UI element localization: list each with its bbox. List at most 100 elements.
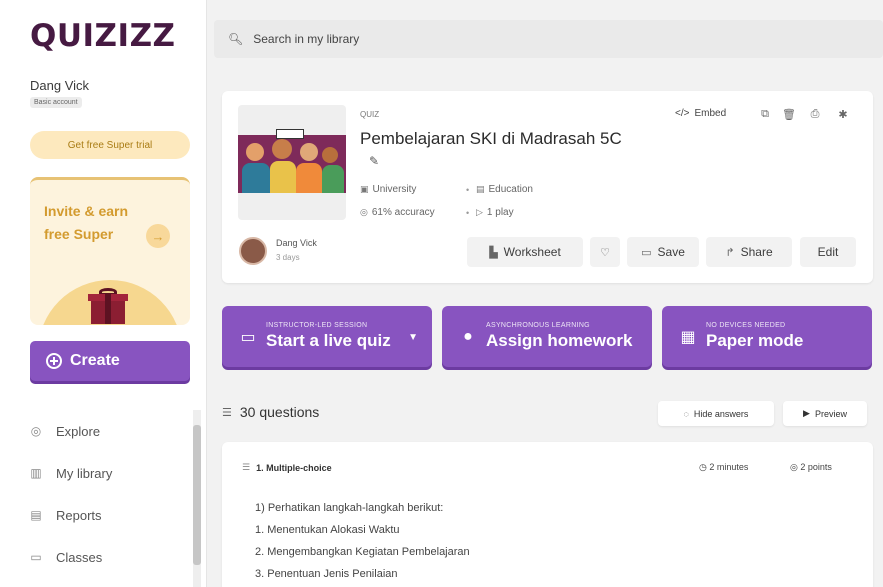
meta-separator: • bbox=[466, 185, 470, 195]
cta-title: Start a live quiz bbox=[266, 331, 391, 350]
quiz-thumbnail bbox=[238, 105, 346, 220]
assign-homework-button[interactable]: ● ASYNCHRONOUS LEARNING Assign homework bbox=[442, 306, 652, 367]
cta-subtitle: NO DEVICES NEEDED bbox=[706, 322, 786, 329]
sidebar-item-explore[interactable]: ◎ Explore bbox=[30, 410, 190, 452]
avatar[interactable] bbox=[239, 237, 267, 265]
list-icon: ☰ bbox=[222, 406, 232, 419]
cta-subtitle: INSTRUCTOR-LED SESSION bbox=[266, 322, 368, 329]
edit-label: Edit bbox=[817, 245, 839, 259]
sidebar-nav: ◎ Explore ▥ My library ▤ Reports ▭ Class… bbox=[30, 410, 190, 578]
hide-answers-label: Hide answers bbox=[693, 408, 749, 419]
print-icon[interactable]: ⎙ bbox=[808, 108, 822, 121]
plus-circle-icon bbox=[46, 353, 62, 369]
reports-icon: ▤ bbox=[30, 508, 42, 522]
sidebar: QUIZIZZ Dang Vick Basic account Get free… bbox=[0, 0, 207, 587]
question-points-text: 2 points bbox=[800, 462, 832, 472]
grid-icon: ▦ bbox=[680, 328, 696, 346]
quiz-accuracy-text: 61% accuracy bbox=[371, 207, 435, 218]
edit-button[interactable]: Edit bbox=[800, 237, 856, 267]
author-name[interactable]: Dang Vick bbox=[276, 238, 317, 248]
create-button-label: Create bbox=[70, 352, 120, 369]
create-button[interactable]: Create bbox=[30, 341, 190, 381]
question-time: ◷ 2 minutes bbox=[699, 462, 748, 473]
classes-icon: ▭ bbox=[30, 550, 42, 564]
trash-icon[interactable]: 🗑︎ bbox=[782, 108, 796, 121]
free-super-trial-button[interactable]: Get free Super trial bbox=[30, 131, 190, 159]
sidebar-item-label: Explore bbox=[56, 423, 101, 439]
share-icon: ↱ bbox=[725, 246, 735, 259]
cta-subtitle: ASYNCHRONOUS LEARNING bbox=[486, 322, 590, 329]
gift-icon bbox=[88, 288, 128, 324]
sidebar-scrollbar-thumb[interactable] bbox=[193, 425, 201, 565]
save-label: Save bbox=[657, 245, 685, 259]
embed-button[interactable]: </> Embed bbox=[675, 108, 726, 119]
library-icon: ▥ bbox=[30, 466, 42, 480]
questions-count: ☰ 30 questions bbox=[222, 404, 319, 420]
cta-title: Assign homework bbox=[486, 331, 633, 350]
pencil-icon[interactable]: ✎ bbox=[369, 154, 379, 168]
meta-separator: • bbox=[466, 208, 470, 218]
question-type-label: 1. Multiple-choice bbox=[256, 462, 332, 473]
quiz-type-label: QUIZ bbox=[360, 110, 380, 119]
target-icon: ◎ bbox=[360, 207, 368, 217]
settings-icon[interactable]: ✱ bbox=[836, 108, 850, 121]
invite-line-2: free Super bbox=[44, 226, 114, 242]
quizizz-logo[interactable]: QUIZIZZ bbox=[30, 18, 176, 54]
sidebar-item-my-library[interactable]: ▥ My library bbox=[30, 452, 190, 494]
heart-icon: ♡ bbox=[600, 246, 610, 259]
question-text-line: 1. Menentukan Alokasi Waktu bbox=[255, 524, 400, 536]
copy-icon[interactable]: ⧉ bbox=[758, 108, 772, 121]
quiz-plays-text: 1 play bbox=[486, 207, 514, 218]
list-icon: ☰ bbox=[242, 462, 251, 472]
compass-icon: ◎ bbox=[30, 424, 42, 438]
question-text-line: 2. Mengembangkan Kegiatan Pembelajaran bbox=[255, 546, 470, 558]
share-button[interactable]: ↱ Share bbox=[706, 237, 792, 267]
quiz-title: Pembelajaran SKI di Madrasah 5C bbox=[360, 129, 622, 148]
sidebar-item-label: Reports bbox=[56, 507, 102, 523]
account-type-badge: Basic account bbox=[30, 97, 82, 108]
book-icon: ▤ bbox=[476, 184, 485, 194]
preview-button[interactable]: ▶ Preview bbox=[783, 401, 867, 426]
library-search-input[interactable]: 🔍︎ Search in my library bbox=[214, 20, 883, 58]
code-icon: </> bbox=[675, 108, 690, 119]
question-text-line: 3. Penentuan Jenis Penilaian bbox=[255, 568, 398, 580]
invite-card-text: Invite & earn free Super bbox=[44, 200, 128, 246]
user-name[interactable]: Dang Vick bbox=[30, 78, 89, 93]
eye-off-icon: ◌ bbox=[683, 408, 689, 419]
graduation-cap-icon: ▣ bbox=[360, 184, 369, 194]
sidebar-item-label: My library bbox=[56, 465, 113, 481]
author-date: 3 days bbox=[276, 253, 300, 262]
like-button[interactable]: ♡ bbox=[590, 237, 620, 267]
worksheet-label: Worksheet bbox=[503, 245, 561, 259]
quiz-subject-text: Education bbox=[488, 184, 533, 195]
hide-answers-button[interactable]: ◌ Hide answers bbox=[658, 401, 774, 426]
question-text-line: 1) Perhatikan langkah-langkah berikut: bbox=[255, 502, 444, 514]
sidebar-item-classes[interactable]: ▭ Classes bbox=[30, 536, 190, 578]
save-button[interactable]: ▭ Save bbox=[627, 237, 699, 267]
arrow-right-icon[interactable]: → bbox=[146, 224, 170, 248]
start-live-quiz-button[interactable]: ▭ INSTRUCTOR-LED SESSION Start a live qu… bbox=[222, 306, 432, 367]
question-type: ☰ 1. Multiple-choice bbox=[242, 462, 332, 473]
quiz-detail-card: QUIZ Pembelajaran SKI di Madrasah 5C ✎ ▣… bbox=[222, 91, 873, 283]
search-placeholder: Search in my library bbox=[253, 32, 360, 46]
play-icon: ▶ bbox=[803, 408, 810, 418]
quiz-subject: ▤ Education bbox=[476, 184, 533, 195]
caret-down-icon[interactable]: ▼ bbox=[408, 332, 418, 343]
sidebar-item-reports[interactable]: ▤ Reports bbox=[30, 494, 190, 536]
presentation-icon: ▭ bbox=[240, 328, 256, 346]
question-card[interactable]: ☰ 1. Multiple-choice ◷ 2 minutes ◎ 2 poi… bbox=[222, 442, 873, 587]
paper-mode-button[interactable]: ▦ NO DEVICES NEEDED Paper mode bbox=[662, 306, 872, 367]
quiz-accuracy: ◎ 61% accuracy bbox=[360, 207, 435, 218]
invite-line-1: Invite & earn bbox=[44, 203, 129, 219]
quiz-level-text: University bbox=[372, 184, 417, 195]
clock-icon: ● bbox=[463, 327, 473, 345]
embed-label: Embed bbox=[694, 108, 727, 119]
clock-icon: ◷ bbox=[699, 462, 707, 472]
preview-label: Preview bbox=[814, 408, 847, 419]
play-icon: ▷ bbox=[476, 207, 483, 217]
quiz-level: ▣ University bbox=[360, 184, 416, 195]
worksheet-button[interactable]: ▙ Worksheet bbox=[467, 237, 583, 267]
sidebar-item-label: Classes bbox=[56, 549, 103, 565]
search-icon: 🔍︎ bbox=[228, 32, 244, 46]
invite-earn-card[interactable]: Invite & earn free Super → bbox=[30, 177, 190, 325]
